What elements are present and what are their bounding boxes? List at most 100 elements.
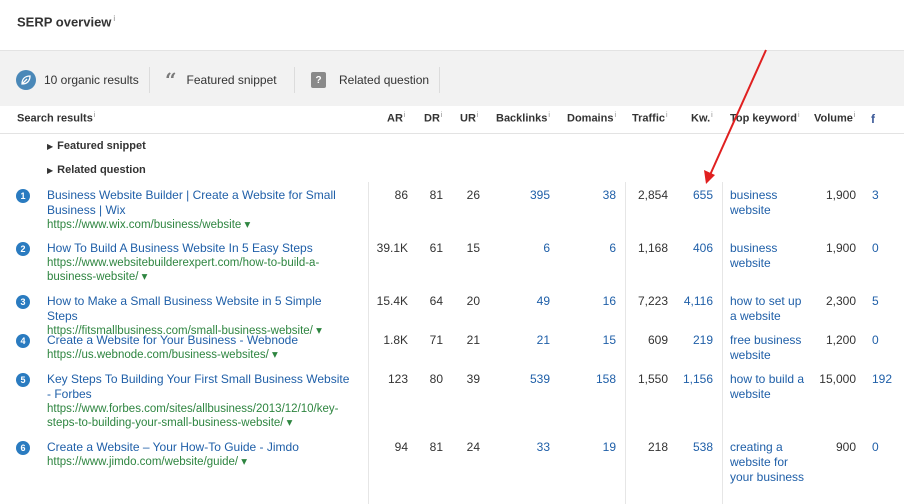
result-url-text: https://www.wix.com/business/website <box>47 219 242 231</box>
cell-traffic: 1,168 <box>637 241 668 255</box>
cell-volume: 15,000 <box>819 372 856 386</box>
header-backlinks[interactable]: Backlinksi <box>496 112 550 125</box>
cell-domains[interactable]: 15 <box>603 333 616 348</box>
result-url[interactable]: https://www.jimdo.com/website/guide/ ▾ <box>47 455 352 469</box>
cell-traffic: 2,854 <box>637 188 668 202</box>
result-url[interactable]: https://us.webnode.com/business-websites… <box>47 348 352 362</box>
result-title-link[interactable]: Create a Website – Your How-To Guide - J… <box>47 440 352 455</box>
header-dr[interactable]: DRi <box>424 112 442 125</box>
cell-ur: 15 <box>466 241 480 255</box>
cell-dr: 71 <box>429 333 443 347</box>
cell-backlinks[interactable]: 539 <box>530 372 550 387</box>
cell-kw[interactable]: 406 <box>693 241 713 256</box>
rank-badge: 3 <box>16 295 30 309</box>
header-search-results[interactable]: Search resultsi <box>17 112 95 125</box>
cell-dr: 81 <box>429 188 443 202</box>
result-title-link[interactable]: Create a Website for Your Business - Web… <box>47 333 352 348</box>
cell-domains[interactable]: 6 <box>609 241 616 256</box>
cell-kw[interactable]: 655 <box>693 188 713 203</box>
caret-down-icon[interactable]: ▾ <box>241 219 250 231</box>
result-title-link[interactable]: How To Build A Business Website In 5 Eas… <box>47 241 352 256</box>
column-divider <box>625 182 626 504</box>
cell-domains[interactable]: 16 <box>603 294 616 309</box>
result-url[interactable]: https://www.forbes.com/sites/allbusiness… <box>47 402 352 430</box>
cell-top-keyword[interactable]: business website <box>730 241 810 271</box>
cell-facebook[interactable]: 0 <box>872 333 879 348</box>
result-title-link[interactable]: How to Make a Small Business Website in … <box>47 294 352 324</box>
cell-ur: 24 <box>466 440 480 454</box>
cell-top-keyword[interactable]: creating a website for your business <box>730 440 810 485</box>
cell-volume: 1,200 <box>825 333 856 347</box>
result-title-link[interactable]: Business Website Builder | Create a Webs… <box>47 188 352 218</box>
featured-snippet-expander[interactable]: ▶ Featured snippet <box>47 140 146 152</box>
header-domains[interactable]: Domainsi <box>567 112 616 125</box>
featured-snippet-filter[interactable]: “ Featured snippet <box>165 69 277 91</box>
result-item: Key Steps To Building Your First Small B… <box>47 372 352 430</box>
cell-facebook[interactable]: 3 <box>872 188 879 203</box>
result-item: How to Make a Small Business Website in … <box>47 294 352 338</box>
result-item: Create a Website for Your Business - Web… <box>47 333 352 362</box>
caret-down-icon[interactable]: ▾ <box>283 417 293 429</box>
divider <box>439 67 440 93</box>
cell-domains[interactable]: 158 <box>596 372 616 387</box>
cell-facebook[interactable]: 0 <box>872 440 879 455</box>
cell-top-keyword[interactable]: how to build a website <box>730 372 810 402</box>
header-volume[interactable]: Volumei <box>814 112 855 125</box>
cell-backlinks[interactable]: 49 <box>537 294 550 309</box>
result-url-text: https://www.jimdo.com/website/guide/ <box>47 456 239 468</box>
caret-right-icon: ▶ <box>47 142 54 151</box>
cell-ar: 123 <box>387 372 408 386</box>
caret-down-icon[interactable]: ▾ <box>269 349 278 361</box>
cell-kw[interactable]: 4,116 <box>684 294 713 309</box>
organic-results-filter[interactable]: 10 organic results <box>16 69 139 91</box>
header-divider <box>0 133 904 134</box>
result-title-link[interactable]: Key Steps To Building Your First Small B… <box>47 372 352 402</box>
result-item: Business Website Builder | Create a Webs… <box>47 188 352 232</box>
header-kw[interactable]: Kw.i <box>691 112 713 125</box>
cell-dr: 80 <box>429 372 443 386</box>
cell-traffic: 7,223 <box>637 294 668 308</box>
header-ur[interactable]: URi <box>460 112 478 125</box>
cell-top-keyword[interactable]: free business website <box>730 333 810 363</box>
cell-kw[interactable]: 219 <box>693 333 713 348</box>
cell-domains[interactable]: 38 <box>603 188 616 203</box>
result-url[interactable]: https://www.wix.com/business/website ▾ <box>47 218 352 232</box>
cell-kw[interactable]: 1,156 <box>683 372 713 387</box>
cell-volume: 900 <box>835 440 856 454</box>
cell-ar: 1.8K <box>383 333 408 347</box>
related-question-filter[interactable]: ? Related question <box>311 69 429 91</box>
cell-ur: 26 <box>466 188 480 202</box>
result-url[interactable]: https://www.websitebuilderexpert.com/how… <box>47 256 352 284</box>
cell-domains[interactable]: 19 <box>603 440 616 455</box>
cell-facebook[interactable]: 192 <box>872 372 892 387</box>
header-ar[interactable]: ARi <box>387 112 405 125</box>
cell-ar: 39.1K <box>376 241 408 255</box>
cell-top-keyword[interactable]: how to set up a website <box>730 294 810 324</box>
cell-top-keyword[interactable]: business website <box>730 188 810 218</box>
cell-kw[interactable]: 538 <box>693 440 713 455</box>
header-top-keyword[interactable]: Top keywordi <box>730 112 800 125</box>
result-item: How To Build A Business Website In 5 Eas… <box>47 241 352 284</box>
cell-backlinks[interactable]: 6 <box>543 241 550 256</box>
header-traffic[interactable]: Traffici <box>632 112 668 125</box>
cell-dr: 81 <box>429 440 443 454</box>
cell-backlinks[interactable]: 33 <box>537 440 550 455</box>
cell-backlinks[interactable]: 21 <box>537 333 550 348</box>
result-item: Create a Website – Your How-To Guide - J… <box>47 440 352 469</box>
caret-down-icon[interactable]: ▾ <box>138 271 148 283</box>
cell-volume: 1,900 <box>825 241 856 255</box>
question-icon: ? <box>311 72 326 88</box>
cell-facebook[interactable]: 0 <box>872 241 879 256</box>
cell-backlinks[interactable]: 395 <box>530 188 550 203</box>
cell-ur: 20 <box>466 294 480 308</box>
result-url-text: https://us.webnode.com/business-websites… <box>47 349 269 361</box>
facebook-icon[interactable]: f <box>871 112 875 126</box>
related-question-expander[interactable]: ▶ Related question <box>47 164 146 176</box>
caret-down-icon[interactable]: ▾ <box>238 456 247 468</box>
cell-ur: 21 <box>466 333 480 347</box>
cell-volume: 2,300 <box>825 294 856 308</box>
cell-ur: 39 <box>466 372 480 386</box>
rank-badge: 2 <box>16 242 30 256</box>
cell-facebook[interactable]: 5 <box>872 294 879 309</box>
cell-dr: 61 <box>429 241 443 255</box>
